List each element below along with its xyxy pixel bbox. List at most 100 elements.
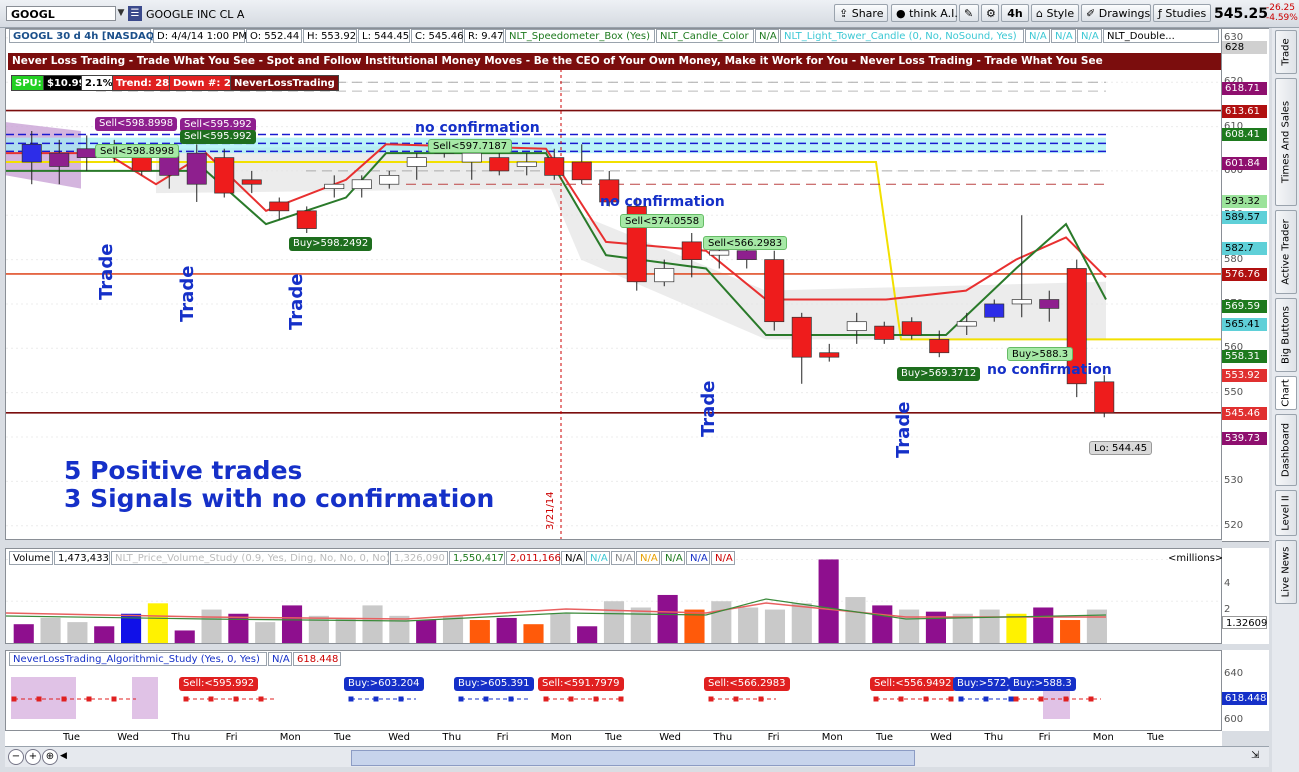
algo-signal-dot [233,696,239,702]
zoom-reset-icon[interactable]: ⊕ [42,749,58,765]
expand-icon[interactable]: ⇲ [1251,749,1265,763]
net-change-percent: -4.59% [1266,13,1298,23]
algo-signal: Buy:>605.391 [454,677,534,691]
scroll-left-icon[interactable]: ◀ [60,751,70,761]
algo-signal: Sell:<591.7979 [538,677,624,691]
algo-signal-dot [483,696,489,702]
tab-chart[interactable]: Chart [1275,376,1297,410]
candle-body [21,143,42,163]
volume-units: <millions> [1168,553,1224,564]
candle-body [791,316,812,358]
zoom-in-icon[interactable]: + [25,749,41,765]
volume-bar [845,597,866,643]
candle-body [984,303,1005,318]
algo-axis: 640 620 600 618.448 [1222,650,1269,731]
algo-signal: Buy:>603.204 [344,677,424,691]
chevron-down-icon[interactable]: ▼ [114,6,128,21]
algo-signal-dot [593,696,599,702]
last-price: 545.25 [1214,6,1269,22]
volume-bar [469,620,490,643]
algo-signal-dot [923,696,929,702]
signal-label: Sell<598.8998 [95,144,180,158]
volume-bar [174,630,195,643]
price-tick: 520 [1224,519,1244,531]
volume-current: 1.32609 [1222,616,1267,629]
candle-body [269,201,290,212]
price-volume-study[interactable]: NLT_Price_Volume_Study (0.9, Yes, Ding, … [111,551,390,565]
share-button[interactable]: ⇪ Share [834,4,888,22]
low-label: Lo: 544.45 [1089,441,1153,455]
time-label: Thu [442,732,462,743]
think-ai-button[interactable]: ● think A.I. [891,4,958,22]
zoom-out-icon[interactable]: − [8,749,24,765]
no-confirmation-label: no confirmation [600,194,725,210]
study-speedometer[interactable]: NLT_Speedometer_Box (Yes) [505,29,655,43]
symbol-input[interactable]: GOOGL [6,6,116,21]
volume-bar [550,613,571,643]
volume-na: N/A [561,551,585,565]
price-axis[interactable]: 6306206106005905805705605505405305206286… [1222,28,1269,542]
study-candle-color[interactable]: NLT_Candle_Color [656,29,754,43]
time-label: Fri [767,732,780,743]
algo-signal-dot [183,696,189,702]
volume-bar [872,605,893,643]
tab-level-ii[interactable]: Level II [1275,490,1297,536]
tab-big-buttons[interactable]: Big Buttons [1275,298,1297,372]
volume-bar [496,617,517,643]
algo-signal: Sell:<556.9492 [870,677,956,691]
volume-na: N/A [686,551,710,565]
algo-signal-dot [1063,696,1069,702]
volume-bar [603,601,625,643]
header-date: D: 4/4/14 1:00 PM [153,29,247,43]
price-label: 545.46 [1222,406,1267,420]
algo-signal-dot [708,696,714,702]
tab-trade[interactable]: Trade [1275,30,1297,74]
volume-bar [13,624,34,643]
volume-bar [94,626,115,643]
candle-body [654,268,675,283]
chart-scrollbar[interactable]: − + ⊕ ◀ ⇲ [5,746,1269,767]
volume-value-3: 2,011,166 [506,551,561,565]
volume-bar [281,605,303,643]
volume-bar [362,605,383,643]
tab-active-trader[interactable]: Active Trader [1275,210,1297,294]
price-tick: 550 [1224,386,1244,398]
drawings-button[interactable]: ✐ Drawings [1081,4,1151,22]
time-label: Wed [930,732,952,743]
candle-body [76,148,97,158]
volume-bar [1060,620,1081,643]
volume-bar [523,624,544,643]
candle-body [571,161,592,181]
style-button[interactable]: ⌂ Style [1031,4,1079,22]
drawing-tool-icon[interactable]: ✎ [959,4,979,22]
study-double[interactable]: NLT_Double... [1103,29,1219,43]
tab-dashboard[interactable]: Dashboard [1275,414,1297,486]
header-range: R: 9.47 [464,29,504,43]
candle-body [489,157,510,172]
candle-body [406,157,427,167]
algo-study-title[interactable]: NeverLossTrading_Algorithmic_Study (Yes,… [9,652,267,666]
symbol-menu-icon[interactable]: ☰ [128,6,142,21]
tab-live-news[interactable]: Live News [1275,540,1297,604]
study-na-2: N/A [1051,29,1076,43]
wrench-icon[interactable]: ⚙ [981,4,999,22]
studies-button[interactable]: ƒ Studies [1153,4,1211,22]
tab-times-and-sales[interactable]: Times And Sales [1275,78,1297,206]
header-low: L: 544.45 [358,29,410,43]
volume-bar [416,620,437,643]
algo-signal: Buy:>588.3 [1009,677,1076,691]
scrollbar-thumb[interactable] [351,750,915,766]
algo-signal-dot [348,696,354,702]
aggregation-button[interactable]: 4h [1001,4,1029,22]
study-light-tower[interactable]: NLT_Light_Tower_Candle (0, No, NoSound, … [780,29,1024,43]
algo-signal-dot [458,696,464,702]
volume-bar [657,594,678,643]
algo-tick: 640 [1224,668,1244,679]
no-confirmation-label: no confirmation [415,120,540,136]
price-label: 553.92 [1222,369,1267,383]
candle-body [1039,299,1060,309]
algo-signal-dot [948,696,954,702]
algo-signal-dot [36,696,42,702]
algo-tick: 600 [1224,714,1244,725]
algo-signal-dot [1013,696,1019,702]
